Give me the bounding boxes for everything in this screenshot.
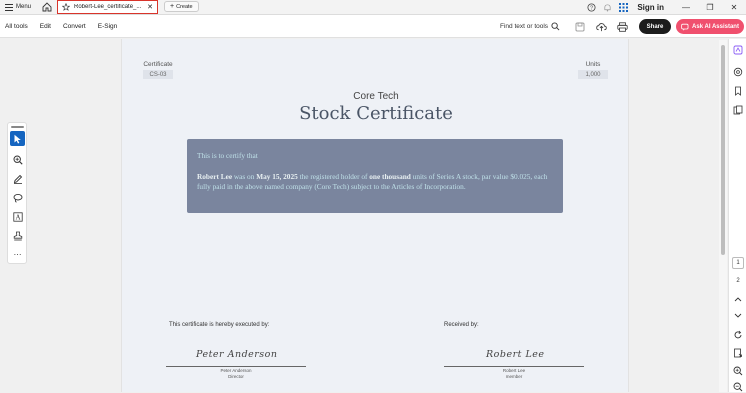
print-icon[interactable] xyxy=(615,20,629,34)
zoom-in-icon xyxy=(12,154,23,165)
certificate-body: Robert Lee was on May 15, 2025 the regis… xyxy=(197,172,553,193)
save-icon[interactable] xyxy=(573,20,587,34)
right-signature-line xyxy=(444,366,584,367)
share-button[interactable]: Share xyxy=(639,19,671,34)
palette-grip[interactable] xyxy=(11,126,24,128)
vertical-scrollbar[interactable] xyxy=(719,40,727,392)
body-text-2: the registered holder of xyxy=(297,171,370,181)
right-signer-role: member xyxy=(505,374,523,379)
apps-grid-icon[interactable] xyxy=(615,0,631,14)
title-bar: Menu Robert-Lee_certificate_... ✕ + Crea… xyxy=(0,0,746,15)
certificate-panel: This is to certify that Robert Lee was o… xyxy=(187,139,563,213)
units-label: Units xyxy=(585,61,601,68)
zoom-tool[interactable] xyxy=(10,152,25,167)
svg-text:A: A xyxy=(15,213,20,221)
search-icon xyxy=(551,22,560,31)
ai-assistant-icon xyxy=(681,23,689,31)
more-tools[interactable]: ⋯ xyxy=(10,247,25,262)
page-number-current[interactable]: 1 xyxy=(732,257,744,269)
pen-icon xyxy=(13,174,22,184)
help-icon[interactable]: ? xyxy=(583,0,599,14)
page-download-icon[interactable] xyxy=(732,347,744,359)
cursor-arrow-icon xyxy=(14,134,21,143)
star-icon[interactable] xyxy=(62,3,70,11)
right-signer-name: Robert Lee xyxy=(502,368,526,373)
company-name: Core Tech xyxy=(353,91,399,102)
text-tool[interactable]: A xyxy=(10,209,25,224)
close-tab-icon[interactable]: ✕ xyxy=(147,3,153,11)
menu-button[interactable]: Menu xyxy=(5,0,31,14)
holder-name: Robert Lee xyxy=(197,171,233,181)
unit-amount: one thousand xyxy=(369,171,411,181)
restore-button[interactable]: ❐ xyxy=(698,0,722,14)
draw-tool[interactable] xyxy=(10,190,25,205)
lasso-icon xyxy=(13,193,22,203)
document-page: Certificate CS-03 Units 1,000 Core Tech … xyxy=(121,39,629,392)
create-button[interactable]: + Create xyxy=(164,1,199,12)
ai-label: Ask AI Assistant xyxy=(692,23,739,30)
right-signature: Robert Lee xyxy=(486,349,545,360)
hamburger-icon xyxy=(5,3,13,11)
left-signature: Peter Anderson xyxy=(196,349,278,360)
text-box-icon: A xyxy=(12,211,23,221)
find-text-tools[interactable]: Find text or tools xyxy=(500,15,560,38)
bookmark-icon[interactable] xyxy=(732,85,744,97)
cloud-upload-icon[interactable] xyxy=(594,20,608,34)
chevron-down-icon[interactable] xyxy=(732,310,744,322)
zoom-out-right-icon[interactable] xyxy=(732,381,744,393)
close-window-button[interactable]: ✕ xyxy=(722,0,746,14)
right-sidebar: 1 2 xyxy=(728,39,746,392)
left-signature-line xyxy=(166,366,306,367)
menu-label: Menu xyxy=(16,4,32,10)
scrollbar-thumb[interactable] xyxy=(721,45,725,255)
minimize-button[interactable]: — xyxy=(674,0,698,14)
left-signer-role: Director xyxy=(228,374,244,379)
menu-all-tools[interactable]: All tools xyxy=(5,23,28,30)
comment-icon[interactable] xyxy=(732,66,744,78)
certificate-number: CS-03 xyxy=(143,70,173,79)
tab-label: Robert-Lee_certificate_... xyxy=(74,4,142,10)
ai-panel-icon[interactable] xyxy=(732,44,744,56)
annotate-tool[interactable] xyxy=(10,171,25,186)
stamp-tool[interactable] xyxy=(10,228,25,243)
certify-line: This is to certify that xyxy=(197,151,258,160)
rotate-icon[interactable] xyxy=(732,329,744,341)
certificate-title: Stock Certificate xyxy=(299,103,453,124)
sign-in-link[interactable]: Sign in xyxy=(637,3,664,12)
units-value: 1,000 xyxy=(578,70,608,79)
svg-text:?: ? xyxy=(590,5,593,11)
executed-by-label: This certificate is hereby executed by: xyxy=(169,322,270,328)
page-number-total: 2 xyxy=(736,278,740,284)
menu-convert[interactable]: Convert xyxy=(63,23,86,30)
left-tool-palette: A ⋯ xyxy=(7,122,27,264)
menu-e-sign[interactable]: E-Sign xyxy=(98,23,118,30)
document-tab[interactable]: Robert-Lee_certificate_... ✕ xyxy=(57,0,158,14)
more-icon: ⋯ xyxy=(13,250,22,259)
certificate-label: Certificate xyxy=(143,61,173,68)
notification-bell-icon[interactable] xyxy=(599,0,615,14)
zoom-in-right-icon[interactable] xyxy=(732,365,744,377)
issue-date: May 15, 2025 xyxy=(256,171,298,181)
chevron-up-icon[interactable] xyxy=(732,293,744,305)
menu-edit[interactable]: Edit xyxy=(40,23,51,30)
ask-ai-assistant-button[interactable]: Ask AI Assistant xyxy=(676,19,744,34)
find-label: Find text or tools xyxy=(500,23,549,30)
plus-icon: + xyxy=(170,3,175,10)
select-tool[interactable] xyxy=(10,131,25,146)
received-by-label: Received by: xyxy=(444,322,479,328)
stamp-icon xyxy=(13,231,22,240)
main-toolbar: All tools Edit Convert E-Sign Find text … xyxy=(0,15,746,38)
create-label: Create xyxy=(176,3,193,10)
body-text-1: was on xyxy=(232,171,257,181)
home-icon[interactable] xyxy=(41,1,53,13)
pages-icon[interactable] xyxy=(732,104,744,116)
left-signer-name: Peter Anderson xyxy=(220,368,252,373)
